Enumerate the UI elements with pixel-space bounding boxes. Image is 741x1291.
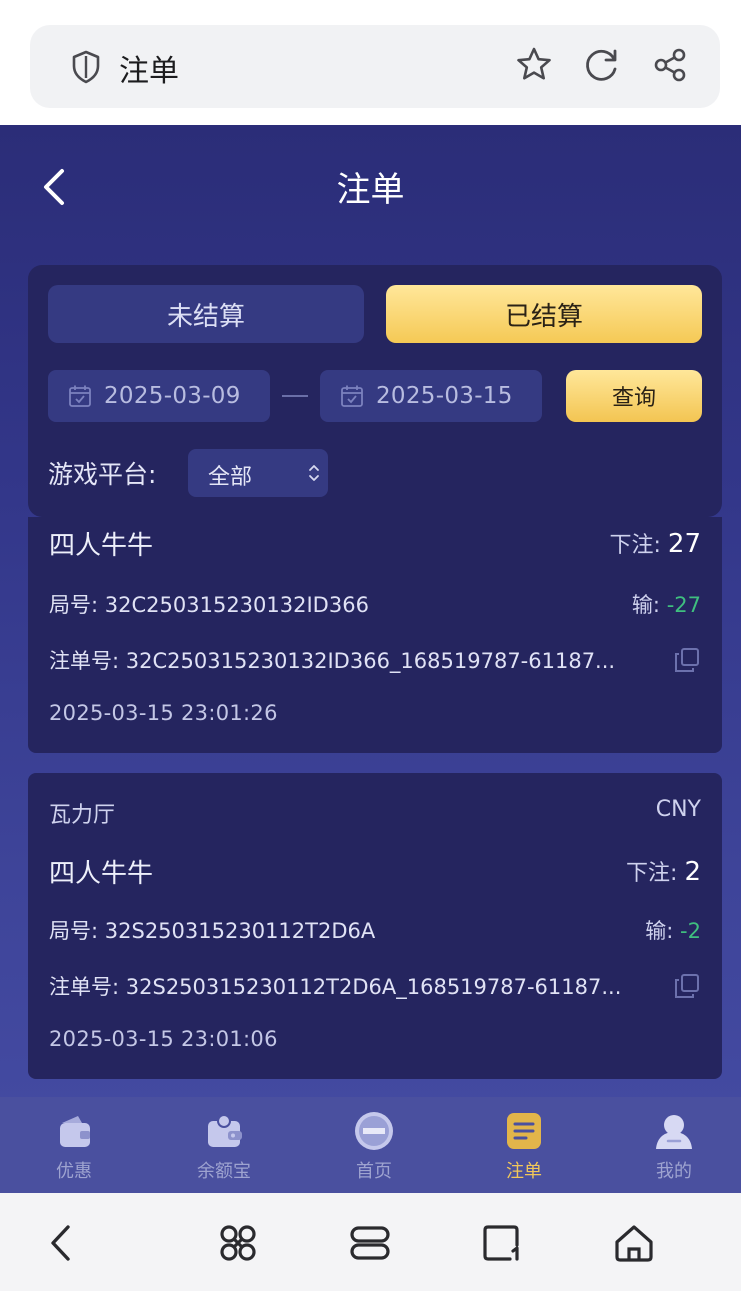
currency: CNY bbox=[655, 797, 701, 822]
result-value: -27 bbox=[666, 593, 701, 617]
round-id-value: 32S250315230112T2D6A bbox=[104, 919, 376, 943]
app-screen: 注单 未结算 已结算 2025-03-09 2025-03-15 查询 游戏平台… bbox=[0, 125, 741, 1193]
browser-page-title: 注单 bbox=[119, 54, 179, 89]
order-id: 注单号: 32C250315230132ID366_168519787-6118… bbox=[49, 645, 615, 675]
tab-label: 注单 bbox=[506, 1161, 542, 1182]
home-icon[interactable] bbox=[612, 1221, 656, 1265]
calendar-icon bbox=[69, 385, 91, 407]
platform-label: 游戏平台: bbox=[48, 460, 157, 489]
bet-label: 下注: bbox=[626, 861, 678, 886]
tab-settled[interactable]: 已结算 bbox=[386, 285, 702, 343]
result-label: 输: bbox=[631, 593, 660, 617]
round-label: 局号: bbox=[49, 593, 99, 617]
result-amount: 输: -27 bbox=[632, 589, 701, 619]
reload-icon[interactable] bbox=[582, 45, 622, 85]
bet-value: 2 bbox=[684, 857, 701, 887]
start-date-field[interactable]: 2025-03-09 bbox=[48, 370, 270, 422]
home-logo-icon bbox=[355, 1112, 393, 1150]
select-arrows-icon bbox=[309, 465, 319, 481]
calendar-icon bbox=[341, 385, 363, 407]
result-label: 输: bbox=[645, 919, 674, 943]
filter-panel: 未结算 已结算 2025-03-09 2025-03-15 查询 游戏平台: 全… bbox=[28, 265, 722, 517]
order-id-value: 32S250315230112T2D6A_168519787-61187... bbox=[125, 975, 622, 999]
result-value: -2 bbox=[680, 919, 701, 943]
browser-back-icon[interactable] bbox=[40, 1221, 84, 1265]
game-name: 四人牛牛 bbox=[49, 859, 154, 889]
wallet-icon bbox=[60, 1116, 90, 1147]
provider-name: 瓦力厅 bbox=[49, 803, 116, 828]
tab-label: 首页 bbox=[356, 1161, 392, 1182]
bet-label: 下注: bbox=[609, 533, 661, 558]
end-date-value: 2025-03-15 bbox=[376, 383, 513, 409]
tab-balance-treasure[interactable]: 余额宝 bbox=[150, 1097, 298, 1193]
round-id: 局号: 32S250315230112T2D6A bbox=[49, 915, 375, 945]
bet-amount: 下注: 27 bbox=[609, 527, 701, 559]
shield-icon bbox=[72, 50, 100, 84]
start-date-value: 2025-03-09 bbox=[104, 383, 241, 409]
order-label: 注单号: bbox=[49, 649, 120, 673]
order-id: 注单号: 32S250315230112T2D6A_168519787-6118… bbox=[49, 971, 621, 1001]
tab-label: 余额宝 bbox=[197, 1161, 251, 1182]
result-amount: 输: -2 bbox=[645, 915, 701, 945]
menu-icon[interactable] bbox=[348, 1221, 392, 1265]
date-range-separator bbox=[282, 395, 308, 397]
platform-selected-value: 全部 bbox=[208, 465, 253, 490]
share-icon[interactable] bbox=[650, 45, 690, 85]
balance-treasure-icon bbox=[208, 1114, 242, 1147]
tab-promotions[interactable]: 优惠 bbox=[0, 1097, 148, 1193]
bet-record-icon bbox=[507, 1113, 541, 1149]
tabs-icon[interactable] bbox=[480, 1221, 524, 1265]
game-name: 四人牛牛 bbox=[49, 531, 154, 561]
round-id-value: 32C250315230132ID366 bbox=[104, 593, 369, 617]
bottom-tab-bar: 优惠 余额宝 首页 注单 我的 bbox=[0, 1097, 741, 1193]
bet-record-card[interactable]: 四人牛牛 下注: 27 局号: 32C250315230132ID366 输: … bbox=[28, 517, 722, 753]
platform-select[interactable]: 全部 bbox=[188, 449, 328, 497]
bet-value: 27 bbox=[667, 529, 701, 559]
browser-bottom-toolbar bbox=[0, 1193, 741, 1291]
tab-unsettled[interactable]: 未结算 bbox=[48, 285, 364, 343]
order-id-value: 32C250315230132ID366_168519787-61187... bbox=[125, 649, 616, 673]
bet-record-card[interactable]: 瓦力厅 CNY 四人牛牛 下注: 2 局号: 32S250315230112T2… bbox=[28, 773, 722, 1079]
tab-label: 优惠 bbox=[56, 1161, 92, 1182]
tab-profile[interactable]: 我的 bbox=[600, 1097, 741, 1193]
round-label: 局号: bbox=[49, 919, 99, 943]
query-button[interactable]: 查询 bbox=[566, 370, 702, 422]
apps-icon[interactable] bbox=[216, 1221, 260, 1265]
bet-amount: 下注: 2 bbox=[626, 855, 701, 887]
end-date-field[interactable]: 2025-03-15 bbox=[320, 370, 542, 422]
copy-icon[interactable] bbox=[674, 647, 700, 673]
round-id: 局号: 32C250315230132ID366 bbox=[49, 589, 369, 619]
browser-address-bar: 注单 bbox=[0, 0, 741, 125]
copy-icon[interactable] bbox=[674, 973, 700, 999]
bookmark-star-icon[interactable] bbox=[514, 45, 554, 85]
bet-time: 2025-03-15 23:01:26 bbox=[49, 701, 278, 725]
tab-home[interactable]: 首页 bbox=[300, 1097, 448, 1193]
page-title: 注单 bbox=[336, 170, 405, 210]
order-label: 注单号: bbox=[49, 975, 120, 999]
tab-label: 我的 bbox=[656, 1161, 692, 1182]
tab-bet-records[interactable]: 注单 bbox=[450, 1097, 598, 1193]
profile-icon bbox=[656, 1115, 692, 1149]
bet-time: 2025-03-15 23:01:06 bbox=[49, 1027, 278, 1051]
